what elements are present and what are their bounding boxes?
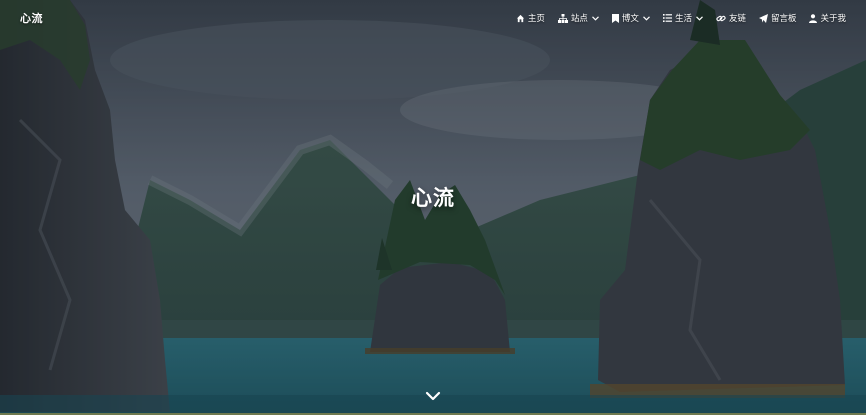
paper-plane-icon [758,13,768,23]
site-brand[interactable]: 心流 [20,10,43,26]
nav-posts-label: 博文 [621,14,639,24]
link-icon [716,15,726,21]
nav-guestbook-label: 留言板 [770,14,797,24]
chevron-down-icon [696,15,703,21]
nav-home[interactable]: 主页 [516,12,545,24]
nav-posts[interactable]: 博文 [611,12,650,24]
list-icon [662,14,672,22]
sitemap-icon [557,13,568,23]
chevron-down-icon [643,15,650,21]
nav-site-label: 站点 [570,14,588,24]
nav-life[interactable]: 生活 [662,12,703,24]
nav-guestbook[interactable]: 留言板 [758,12,797,24]
top-navbar: 心流 主页 站点 博文 生活 友链 留言板 关于我 [0,0,866,36]
nav-site[interactable]: 站点 [557,12,599,24]
user-icon [809,13,818,23]
nav-links[interactable]: 友链 [716,12,746,24]
chevron-down-icon [591,15,599,21]
main-menu: 主页 站点 博文 生活 友链 留言板 关于我 [516,12,846,24]
nav-links-label: 友链 [728,14,746,24]
bookmark-icon [611,13,619,23]
nav-life-label: 生活 [674,14,692,24]
nav-home-label: 主页 [527,14,545,24]
home-icon [516,14,524,22]
nav-about-label: 关于我 [820,14,846,24]
hero-title: 心流 [411,186,455,210]
nav-about[interactable]: 关于我 [809,12,846,24]
scroll-down-button[interactable] [425,388,441,402]
chevron-down-icon [425,391,441,401]
